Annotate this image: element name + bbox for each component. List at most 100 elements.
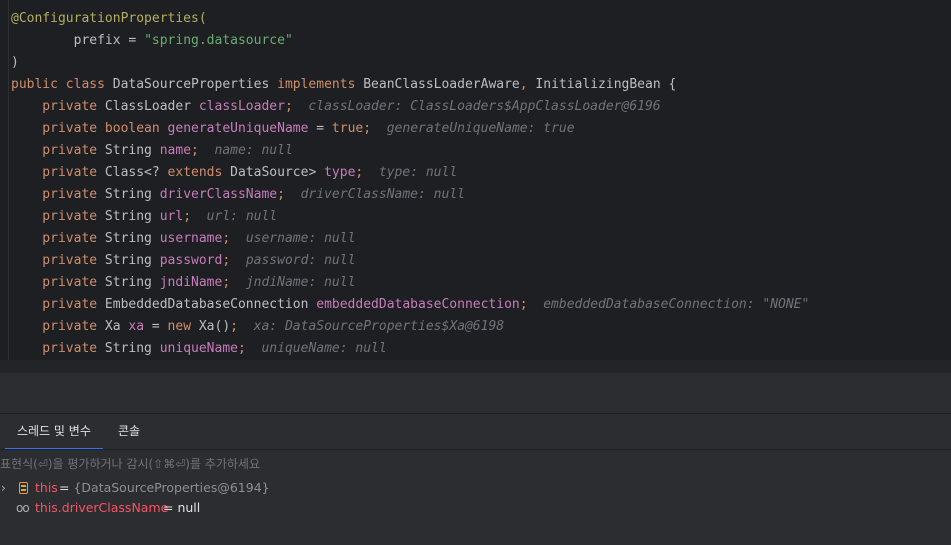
code-token: public class	[11, 77, 113, 92]
code-token: name	[159, 143, 192, 158]
code-line: private EmbeddedDatabaseConnection embed…	[11, 294, 809, 316]
code-line: )	[11, 52, 809, 74]
code-token: uniqueName: null	[245, 341, 387, 356]
code-line: public class DataSourceProperties implem…	[11, 74, 809, 96]
code-token: private	[11, 165, 105, 180]
variable-row[interactable]: › this = {DataSourceProperties@6194}	[0, 478, 951, 498]
code-token: String	[104, 253, 160, 268]
code-token: private	[11, 253, 105, 268]
code-token: BeanClassLoaderAware	[363, 77, 520, 92]
code-token: "spring.datasource"	[144, 33, 293, 48]
gutter-divider	[8, 0, 9, 360]
code-token: driverClassName: null	[284, 187, 465, 202]
code-token: ;	[183, 209, 192, 224]
code-token: EmbeddedDatabaseConnection	[104, 297, 317, 312]
code-line: private String jndiName; jndiName: null	[11, 272, 809, 294]
code-token: username	[159, 231, 223, 246]
code-token: private	[11, 143, 105, 158]
code-token: driverClassName	[159, 187, 278, 202]
code-line: prefix = "spring.datasource"	[11, 30, 809, 52]
code-editor[interactable]: @ConfigurationProperties( prefix = "spri…	[0, 0, 951, 360]
code-token: private	[11, 297, 105, 312]
code-line: private ClassLoader classLoader; classLo…	[11, 96, 809, 118]
code-token: password: null	[230, 253, 356, 268]
code-token: )	[11, 55, 19, 70]
code-area[interactable]: @ConfigurationProperties( prefix = "spri…	[11, 8, 809, 360]
code-token: private	[11, 275, 105, 290]
code-token: extends	[167, 165, 231, 180]
code-token: embeddedDatabaseConnection: "NONE"	[527, 297, 810, 312]
code-token: private	[11, 187, 105, 202]
code-token: InitializingBean {	[535, 77, 677, 92]
code-token: Xa	[104, 319, 129, 334]
code-token: generateUniqueName	[167, 121, 309, 136]
evaluate-expression-bar	[0, 449, 951, 479]
code-token: generateUniqueName: true	[371, 121, 575, 136]
code-token: String	[104, 209, 160, 224]
code-line: private boolean generateUniqueName = tru…	[11, 118, 809, 140]
code-token: =	[144, 319, 168, 334]
code-token: implements	[277, 77, 364, 92]
code-token: xa	[128, 319, 145, 334]
code-token: ;	[284, 99, 293, 114]
code-line: private String uniqueName; uniqueName: n…	[11, 338, 809, 360]
code-token: String	[104, 275, 160, 290]
variable-name: this	[35, 480, 58, 495]
watch-value: null	[177, 500, 201, 515]
variable-equals: =	[59, 480, 74, 495]
code-token: ;	[222, 231, 231, 246]
code-token: private	[11, 209, 105, 224]
watch-name: this.driverClassName	[35, 500, 169, 515]
tab-threads-variables[interactable]: 스레드 및 변수	[5, 414, 103, 450]
code-token: jndiName: null	[230, 275, 356, 290]
code-token: String	[104, 187, 160, 202]
code-token: ;	[230, 319, 238, 334]
code-token: ;	[519, 297, 528, 312]
code-token: password	[159, 253, 223, 268]
code-token: true	[331, 121, 364, 136]
tab-console[interactable]: 콘솔	[106, 414, 152, 448]
field-icon	[19, 482, 28, 494]
chevron-right-icon[interactable]: ›	[1, 478, 6, 498]
code-token: DataSourceProperties	[112, 77, 278, 92]
code-token: ;	[191, 143, 199, 158]
code-token: ;	[277, 187, 285, 202]
code-token: DataSource>	[230, 165, 325, 180]
code-token: boolean	[104, 121, 168, 136]
evaluate-expression-input[interactable]	[0, 450, 940, 478]
debug-tab-bar: 스레드 및 변수 콘솔	[0, 413, 951, 450]
code-token: String	[104, 143, 160, 158]
code-line: @ConfigurationProperties(	[11, 8, 809, 30]
code-token: prefix =	[11, 33, 145, 48]
watch-equals: =	[163, 500, 178, 515]
code-token: ;	[222, 253, 231, 268]
code-token: ;	[238, 341, 246, 356]
code-token: name: null	[198, 143, 293, 158]
code-line: private Class<? extends DataSource> type…	[11, 162, 809, 184]
code-token: ;	[222, 275, 231, 290]
watch-glasses-icon: oo	[16, 501, 30, 515]
watch-row[interactable]: oo this.driverClassName = null	[0, 498, 951, 518]
code-token: private	[11, 231, 105, 246]
code-token: embeddedDatabaseConnection	[316, 297, 520, 312]
code-token: ,	[519, 77, 536, 92]
code-token: ClassLoader	[104, 99, 199, 114]
code-token: private	[11, 341, 105, 356]
code-token: url: null	[191, 209, 278, 224]
code-token: @ConfigurationProperties(	[11, 11, 207, 26]
variables-panel: › this = {DataSourceProperties@6194} oo …	[0, 478, 951, 545]
code-token: jndiName	[159, 275, 223, 290]
code-line: private String driverClassName; driverCl…	[11, 184, 809, 206]
code-token: type	[324, 165, 356, 180]
code-token: ;	[363, 121, 372, 136]
code-token: Xa()	[198, 319, 231, 334]
code-line: private String username; username: null	[11, 228, 809, 250]
code-token: classLoader: ClassLoaders$AppClassLoader…	[292, 99, 661, 114]
code-line: private String url; url: null	[11, 206, 809, 228]
code-token: type: null	[363, 165, 458, 180]
code-line: private Xa xa = new Xa(); xa: DataSource…	[11, 316, 809, 338]
editor-bottom-strip	[0, 360, 951, 373]
code-token: uniqueName	[159, 341, 238, 356]
panel-gap	[0, 373, 951, 413]
code-token: private	[11, 121, 105, 136]
